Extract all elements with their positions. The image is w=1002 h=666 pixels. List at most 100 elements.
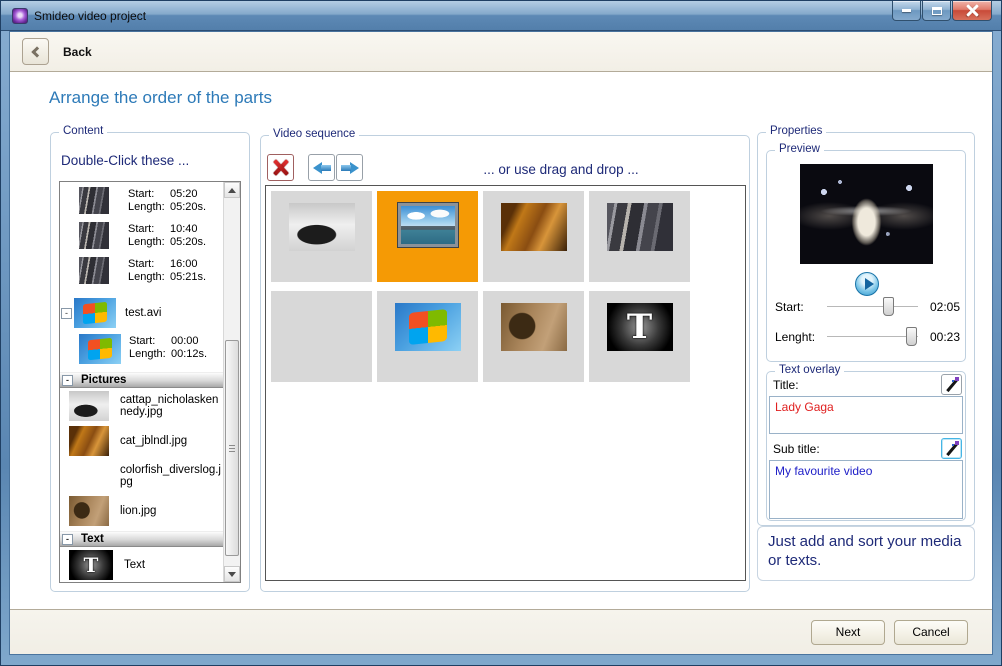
subtitle-field[interactable]: My favourite video	[769, 460, 963, 519]
list-item-clip[interactable]: Start:10:40 Length:05:20s.	[60, 222, 223, 257]
titlebar[interactable]: Smideo video project	[1, 1, 1001, 31]
edit-subtitle-button[interactable]	[941, 438, 962, 459]
content-list[interactable]: Start:05:20 Length:05:20s. Start:10:40 L…	[59, 181, 241, 583]
main-area: Arrange the order of the parts Content D…	[10, 73, 992, 609]
start-label: Start:	[128, 188, 170, 201]
text-glyph: T	[84, 553, 99, 577]
sequence-tile[interactable]	[377, 291, 478, 382]
start-slider-label: Start:	[775, 300, 823, 314]
length-slider-row: Lenght: 00:23	[775, 327, 960, 347]
length-label: Length:	[128, 201, 170, 214]
start-value: 16:00	[170, 258, 198, 270]
length-value: 00:12s.	[171, 348, 207, 360]
help-note: Just add and sort your media or texts.	[757, 526, 975, 581]
pen-icon	[945, 442, 958, 455]
collapse-icon[interactable]: -	[61, 308, 72, 319]
text-overlay-title: Text overlay	[775, 364, 844, 376]
start-slider-thumb[interactable]	[883, 297, 894, 316]
picture-thumbnail	[69, 496, 109, 526]
sequence-area[interactable]: T	[265, 185, 746, 581]
scroll-up-icon	[228, 188, 236, 193]
list-item-picture[interactable]: lion.jpg	[60, 493, 223, 528]
minimize-button[interactable]	[892, 1, 921, 21]
sequence-tile[interactable]	[483, 291, 584, 382]
list-item-picture[interactable]: cattap_nicholaskennedy.jpg	[60, 388, 223, 423]
tile-thumbnail: T	[607, 303, 673, 351]
close-button[interactable]	[952, 1, 992, 21]
list-item-picture[interactable]: cat_jblndl.jpg	[60, 423, 223, 458]
group-name: Pictures	[81, 374, 126, 386]
clip-thumbnail	[79, 334, 121, 364]
start-slider-row: Start: 02:05	[775, 297, 960, 317]
close-icon	[966, 4, 979, 17]
sequence-tile[interactable]	[271, 191, 372, 282]
scroll-up-button[interactable]	[224, 182, 240, 198]
maximize-icon	[932, 7, 942, 15]
back-arrow-icon	[31, 46, 42, 57]
app-window: Smideo video project Back Arrange the or…	[0, 0, 1002, 666]
length-slider-thumb[interactable]	[906, 327, 917, 346]
tile-thumbnail	[607, 203, 673, 251]
sequence-tile[interactable]	[483, 191, 584, 282]
start-value: 00:00	[171, 335, 199, 347]
move-left-button[interactable]	[308, 154, 335, 181]
sequence-tile[interactable]: T	[589, 291, 690, 382]
play-button[interactable]	[855, 272, 879, 296]
text-item-name: Text	[124, 559, 223, 571]
list-group-pictures[interactable]: - Pictures	[60, 372, 223, 388]
title-field[interactable]: Lady Gaga	[769, 396, 963, 434]
preview-title: Preview	[775, 143, 824, 155]
app-icon	[12, 8, 28, 24]
list-item-file[interactable]: - test.avi	[60, 292, 223, 334]
length-value: 05:20s.	[170, 236, 206, 248]
drag-drop-hint: ... or use drag and drop ...	[451, 162, 671, 177]
list-item-clip[interactable]: Start:00:00 Length:00:12s.	[60, 334, 223, 369]
maximize-button[interactable]	[922, 1, 951, 21]
scroll-down-button[interactable]	[224, 566, 240, 582]
start-label: Start:	[128, 258, 170, 271]
length-slider-value: 00:23	[926, 330, 960, 344]
back-button[interactable]	[22, 38, 49, 65]
title-field-label: Title:	[773, 378, 799, 392]
tile-thumbnail	[289, 303, 355, 351]
start-value: 10:40	[170, 223, 198, 235]
content-list-rows: Start:05:20 Length:05:20s. Start:10:40 L…	[60, 182, 223, 582]
video-sequence-title: Video sequence	[269, 128, 359, 140]
video-sequence-panel: Video sequence ... or use drag and drop …	[260, 135, 750, 592]
tile-thumbnail	[289, 203, 355, 251]
picture-thumbnail	[69, 461, 109, 491]
properties-panel: Properties Preview Start: 02:05 Lenght: …	[757, 132, 975, 526]
collapse-icon[interactable]: -	[62, 375, 73, 386]
scrollbar-thumb[interactable]	[225, 340, 239, 556]
list-item-clip[interactable]: Start:16:00 Length:05:21s.	[60, 257, 223, 292]
start-slider[interactable]	[827, 306, 918, 308]
picture-name: colorfish_diverslog.jpg	[120, 464, 223, 488]
collapse-icon[interactable]: -	[62, 534, 73, 545]
minimize-icon	[902, 9, 911, 12]
delete-part-button[interactable]	[267, 154, 294, 181]
sequence-tile-selected[interactable]	[377, 191, 478, 282]
text-overlay-group: Text overlay Title: Lady Gaga Sub title:…	[766, 371, 966, 521]
cancel-button[interactable]: Cancel	[894, 620, 968, 645]
length-value: 05:21s.	[170, 271, 206, 283]
edit-title-button[interactable]	[941, 374, 962, 395]
sequence-tile[interactable]	[271, 291, 372, 382]
tile-thumbnail	[501, 303, 567, 351]
footer-bar: Next Cancel	[10, 609, 992, 654]
sequence-tile[interactable]	[589, 191, 690, 282]
length-value: 05:20s.	[170, 201, 206, 213]
list-group-text[interactable]: - Text	[60, 531, 223, 547]
next-button[interactable]: Next	[811, 620, 885, 645]
back-label: Back	[63, 45, 92, 59]
list-item-text[interactable]: T Text	[60, 547, 223, 582]
list-item-picture[interactable]: colorfish_diverslog.jpg	[60, 458, 223, 493]
start-value: 05:20	[170, 188, 198, 200]
delete-icon	[272, 159, 289, 176]
length-slider[interactable]	[827, 336, 918, 338]
file-thumbnail	[74, 298, 116, 328]
start-slider-value: 02:05	[926, 300, 960, 314]
list-item-clip[interactable]: Start:05:20 Length:05:20s.	[60, 187, 223, 222]
content-scrollbar[interactable]	[223, 182, 240, 582]
group-name: Text	[81, 533, 104, 545]
move-right-button[interactable]	[336, 154, 363, 181]
